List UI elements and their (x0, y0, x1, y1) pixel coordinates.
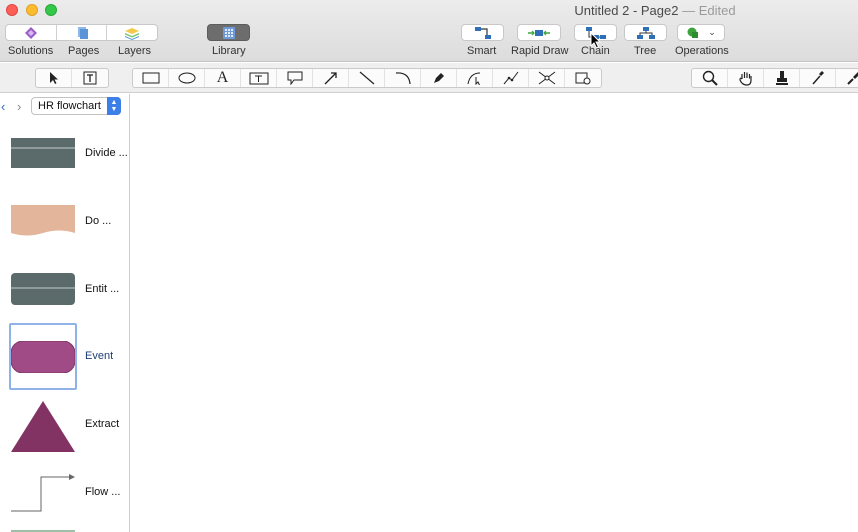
arc-icon[interactable] (385, 69, 421, 87)
next-library-icon[interactable]: › (17, 99, 21, 114)
solutions-button[interactable] (6, 25, 57, 40)
rapid-draw-button[interactable] (517, 24, 561, 41)
mouse-cursor-icon (590, 32, 602, 49)
window-title: Untitled 2 - Page2 — Edited (520, 3, 790, 18)
tree-button[interactable] (624, 24, 667, 41)
library-shape-extract[interactable]: Extract (0, 400, 129, 468)
library-name: HR flowchart (38, 100, 101, 112)
format-painter-icon[interactable] (836, 69, 858, 87)
layers-button[interactable] (107, 25, 157, 40)
arrow-icon[interactable] (313, 69, 349, 87)
solutions-label: Solutions (8, 45, 54, 57)
shape-label: Extract (85, 418, 120, 430)
document-shape-icon (11, 205, 75, 236)
library-shape-document[interactable]: Do ... (0, 196, 129, 264)
connector-icon[interactable] (529, 69, 565, 87)
operations-button[interactable]: ⌄ (677, 24, 725, 41)
chevron-updown-icon: ▲ ▼ (107, 97, 121, 115)
zoom-icon[interactable] (692, 69, 728, 87)
eyedropper-icon[interactable] (800, 69, 836, 87)
library-icon (222, 26, 235, 39)
text-box-select-icon[interactable] (72, 69, 108, 87)
shape-tools-group: A (132, 68, 602, 88)
library-button[interactable] (207, 24, 250, 41)
entity-shape-icon (11, 273, 75, 305)
polyline-icon[interactable] (493, 69, 529, 87)
rapid-draw-icon (528, 29, 550, 36)
library-shape-flow[interactable]: Flow ... (0, 468, 129, 532)
rectangle-icon[interactable] (133, 69, 169, 87)
library-shape-event[interactable]: Event (0, 322, 129, 390)
drawing-canvas[interactable] (131, 94, 858, 532)
flow-line-icon (11, 474, 75, 512)
extract-shape-icon (11, 401, 75, 452)
minimize-window-button[interactable] (26, 4, 38, 16)
operations-label: Operations (675, 45, 729, 57)
tree-icon (636, 26, 655, 39)
rapid-draw-label: Rapid Draw (511, 45, 569, 57)
divide-shape-icon (11, 138, 75, 168)
pen-icon[interactable] (421, 69, 457, 87)
stamp-icon[interactable] (764, 69, 800, 87)
document-title: Untitled 2 - Page2 (574, 3, 679, 18)
library-sidebar: ‹ › HR flowchart ▲ ▼ Divide ... Do ... E… (0, 94, 130, 532)
library-label: Library (212, 45, 246, 57)
library-shape-divide[interactable]: Divide ... (0, 128, 129, 196)
shape-label: Flow ... (85, 486, 121, 498)
shape-label: Do ... (85, 215, 112, 227)
zoom-window-button[interactable] (45, 4, 57, 16)
callout-icon[interactable] (277, 69, 313, 87)
close-window-button[interactable] (6, 4, 18, 16)
toolbar-area: Untitled 2 - Page2 — Edited Solutions Pa… (0, 0, 858, 62)
shape-link-icon[interactable] (565, 69, 601, 87)
pages-label: Pages (68, 45, 100, 57)
text-icon[interactable]: A (205, 69, 241, 87)
pointer-icon[interactable] (36, 69, 72, 87)
previous-library-icon[interactable]: ‹ (1, 99, 5, 114)
edited-indicator: — Edited (682, 3, 736, 18)
view-tools-group (691, 68, 858, 88)
ellipse-icon[interactable] (169, 69, 205, 87)
smart-button[interactable] (461, 24, 504, 41)
pages-icon (77, 26, 88, 39)
tree-label: Tree (634, 45, 657, 57)
bezier-icon[interactable] (457, 69, 493, 87)
solutions-icon (24, 26, 37, 39)
smart-label: Smart (467, 45, 497, 57)
shape-label: Entit ... (85, 283, 120, 295)
sidebar-mode-segmented-control (5, 24, 158, 41)
layers-label: Layers (118, 45, 152, 57)
drawing-tools-bar: A (0, 63, 858, 93)
shape-label: Event (85, 350, 114, 362)
library-dropdown[interactable]: HR flowchart ▲ ▼ (31, 97, 121, 115)
selection-tools-group (35, 68, 109, 88)
text-block-icon[interactable] (241, 69, 277, 87)
app-window: Untitled 2 - Page2 — Edited Solutions Pa… (0, 0, 858, 532)
shape-label: Divide ... (85, 147, 128, 159)
layers-icon (125, 27, 140, 40)
chevron-down-icon: ⌄ (708, 27, 716, 37)
line-icon[interactable] (349, 69, 385, 87)
pages-button[interactable] (57, 25, 108, 40)
hand-icon[interactable] (728, 69, 764, 87)
operations-icon (687, 27, 699, 38)
event-shape-icon (11, 341, 75, 373)
smart-connector-icon (474, 26, 491, 39)
